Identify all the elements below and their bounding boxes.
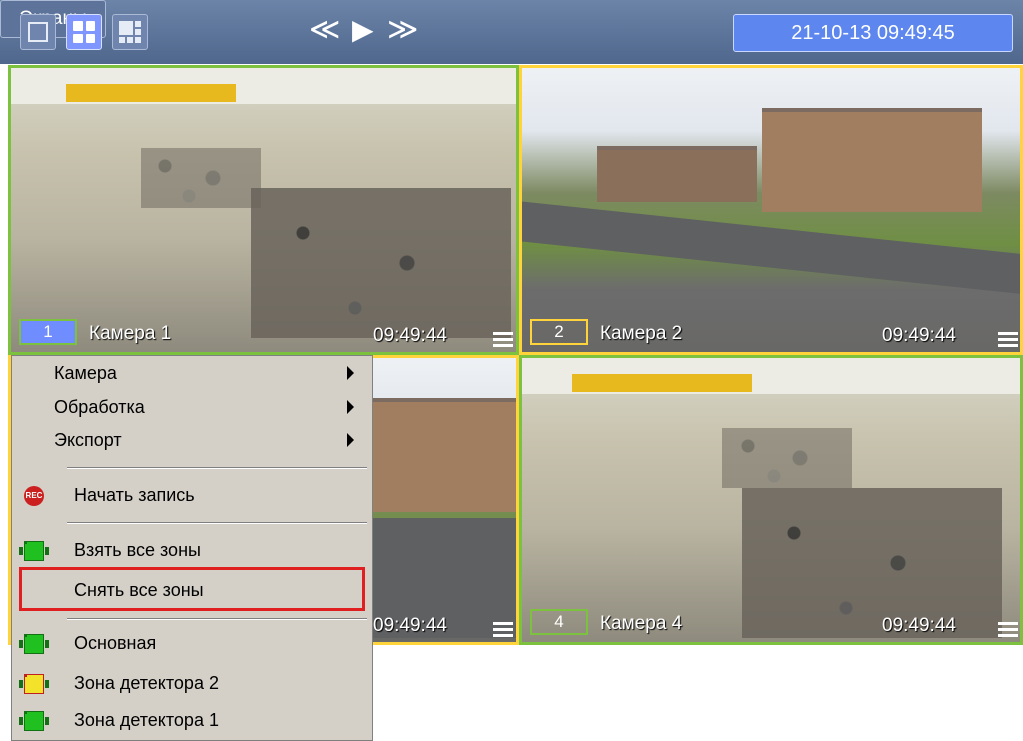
menu-item-zone-label: Зона детектора 1	[74, 710, 219, 730]
camera-2-number-badge: 2	[530, 319, 588, 345]
camera-3-menu-icon[interactable]	[493, 622, 513, 638]
camera-2-video	[522, 68, 1020, 352]
grid-2x2-icon	[73, 21, 95, 43]
zone-armed-icon	[19, 541, 49, 561]
submenu-arrow-icon	[347, 366, 354, 380]
zone-armed-icon	[19, 711, 49, 731]
submenu-arrow-icon	[347, 433, 354, 447]
grid-mixed-icon	[119, 21, 141, 43]
camera-4-menu-icon[interactable]	[998, 622, 1018, 638]
menu-item-zone-detector-1[interactable]: Зона детектора 1	[12, 705, 372, 737]
menu-item-start-recording[interactable]: REC Начать запись	[12, 480, 372, 512]
menu-item-zone-detector-2[interactable]: Зона детектора 2	[12, 668, 372, 700]
menu-item-export[interactable]: Экспорт	[12, 425, 372, 457]
zone-armed-icon	[19, 634, 49, 654]
menu-item-zone-main[interactable]: Основная	[12, 628, 372, 660]
single-view-icon	[28, 22, 48, 42]
play-icon[interactable]: ▶	[352, 13, 374, 47]
camera-1-time: 09:49:44	[373, 325, 447, 346]
record-icon: REC	[24, 486, 44, 506]
menu-item-processing-label: Обработка	[54, 397, 145, 417]
camera-2-menu-icon[interactable]	[998, 332, 1018, 348]
date-time-display: 21-10-13 09:49:45	[733, 14, 1013, 52]
camera-4-name: Камера 4	[600, 613, 683, 634]
camera-4-number-badge: 4	[530, 609, 588, 635]
camera-4-time: 09:49:44	[882, 615, 956, 636]
menu-item-arm-all-zones[interactable]: Взять все зоны	[12, 535, 372, 567]
camera-2-time: 09:49:44	[882, 325, 956, 346]
camera-4-video	[522, 358, 1020, 642]
camera-1-video	[11, 68, 516, 352]
camera-1-number-badge: 1	[19, 319, 77, 345]
camera-pane-4[interactable]: 4 Камера 4 09:49:44	[519, 355, 1023, 645]
layout-mixed-button[interactable]	[112, 14, 148, 50]
previous-icon[interactable]: ≪	[309, 13, 340, 47]
menu-separator	[67, 467, 367, 469]
toolbar: Экраны ≪ ▶ ≫ 21-10-13 09:49:45	[0, 0, 1023, 64]
menu-item-start-recording-label: Начать запись	[74, 485, 195, 505]
menu-item-zone-label: Зона детектора 2	[74, 673, 219, 693]
menu-separator	[67, 522, 367, 524]
menu-item-zone-label: Основная	[74, 633, 157, 653]
zone-alarm-icon	[19, 674, 49, 694]
camera-pane-2[interactable]: 2 Камера 2 09:49:44	[519, 65, 1023, 355]
menu-item-camera[interactable]: Камера	[12, 358, 372, 390]
highlight-annotation	[19, 567, 365, 611]
camera-context-menu: Камера Обработка Экспорт REC Начать запи…	[11, 355, 373, 741]
menu-item-processing[interactable]: Обработка	[12, 392, 372, 424]
submenu-arrow-icon	[347, 400, 354, 414]
layout-2x2-button[interactable]	[66, 14, 102, 50]
menu-item-export-label: Экспорт	[54, 430, 122, 450]
camera-2-name: Камера 2	[600, 323, 683, 344]
camera-3-time: 09:49:44	[373, 615, 447, 636]
camera-1-menu-icon[interactable]	[493, 332, 513, 348]
camera-1-name: Камера 1	[89, 323, 172, 344]
next-icon[interactable]: ≫	[387, 13, 418, 47]
menu-item-arm-all-zones-label: Взять все зоны	[74, 540, 201, 560]
layout-1x1-button[interactable]	[20, 14, 56, 50]
menu-item-camera-label: Камера	[54, 363, 117, 383]
menu-separator	[67, 618, 367, 620]
camera-pane-1[interactable]: 1 Камера 1 09:49:44	[8, 65, 519, 355]
